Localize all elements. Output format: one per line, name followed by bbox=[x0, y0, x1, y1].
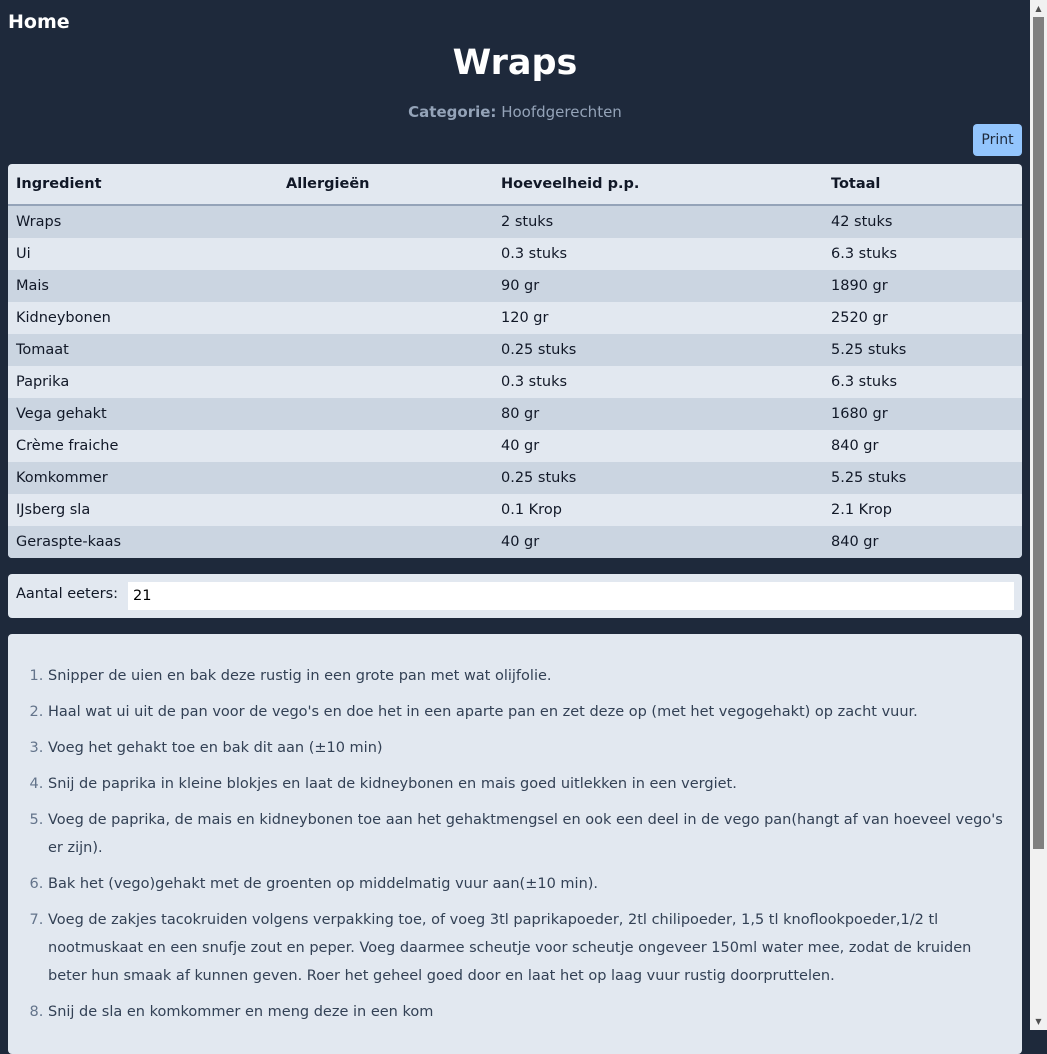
cell-total: 5.25 stuks bbox=[831, 470, 907, 486]
instruction-step: Voeg het gehakt toe en bak dit aan (±10 … bbox=[48, 734, 1012, 762]
table-row: Mais 90 gr 1890 gr bbox=[8, 270, 1022, 302]
cell-amount-pp: 90 gr bbox=[501, 278, 540, 294]
instruction-step: Snij de paprika in kleine blokjes en laa… bbox=[48, 770, 1012, 798]
eaters-input[interactable] bbox=[128, 582, 1014, 610]
instruction-step: Voeg de paprika, de mais en kidneybonen … bbox=[48, 806, 1012, 862]
instruction-step: Haal wat ui uit de pan voor de vego's en… bbox=[48, 698, 1012, 726]
cell-ingredient: Kidneybonen bbox=[16, 310, 111, 326]
cell-amount-pp: 120 gr bbox=[501, 310, 549, 326]
table-header-row: Ingredient Allergieën Hoeveelheid p.p. T… bbox=[8, 164, 1022, 206]
cell-allergens bbox=[278, 526, 493, 558]
header-allergens: Allergieën bbox=[278, 164, 493, 206]
cell-allergens bbox=[278, 494, 493, 526]
cell-amount-pp: 80 gr bbox=[501, 406, 540, 422]
table-row: IJsberg sla 0.1 Krop 2.1 Krop bbox=[8, 494, 1022, 526]
instructions-card: Snipper de uien en bak deze rustig in ee… bbox=[8, 634, 1022, 1054]
cell-ingredient: Vega gehakt bbox=[16, 406, 107, 422]
cell-ingredient: Tomaat bbox=[16, 342, 69, 358]
cell-total: 1680 gr bbox=[831, 406, 888, 422]
category-label: Categorie: bbox=[408, 103, 497, 121]
cell-amount-pp: 40 gr bbox=[501, 438, 540, 454]
instruction-step: Snipper de uien en bak deze rustig in ee… bbox=[48, 662, 1012, 690]
table-row: Tomaat 0.25 stuks 5.25 stuks bbox=[8, 334, 1022, 366]
cell-total: 840 gr bbox=[831, 438, 879, 454]
instruction-step: Voeg de zakjes tacokruiden volgens verpa… bbox=[48, 906, 1012, 990]
cell-ingredient: Mais bbox=[16, 278, 49, 294]
eaters-label: Aantal eeters: bbox=[16, 586, 119, 602]
table-row: Paprika 0.3 stuks 6.3 stuks bbox=[8, 366, 1022, 398]
page: Home Wraps Categorie: Hoofdgerechten Pri… bbox=[0, 0, 1030, 1054]
cell-amount-pp: 0.1 Krop bbox=[501, 502, 562, 518]
cell-allergens bbox=[278, 462, 493, 494]
scroll-up-arrow-icon[interactable]: ▲ bbox=[1030, 0, 1047, 17]
cell-allergens bbox=[278, 270, 493, 302]
table-row: Crème fraiche 40 gr 840 gr bbox=[8, 430, 1022, 462]
cell-amount-pp: 0.25 stuks bbox=[501, 342, 577, 358]
home-link[interactable]: Home bbox=[8, 11, 70, 33]
cell-amount-pp: 0.3 stuks bbox=[501, 374, 568, 390]
eaters-card: Aantal eeters: bbox=[8, 574, 1022, 618]
cell-allergens bbox=[278, 430, 493, 462]
recipe-category: Categorie: Hoofdgerechten bbox=[0, 103, 1030, 121]
cell-allergens bbox=[278, 238, 493, 270]
table-row: Geraspte-kaas 40 gr 840 gr bbox=[8, 526, 1022, 558]
cell-allergens bbox=[278, 302, 493, 334]
table-row: Ui 0.3 stuks 6.3 stuks bbox=[8, 238, 1022, 270]
cell-allergens bbox=[278, 205, 493, 238]
cell-ingredient: IJsberg sla bbox=[16, 502, 91, 518]
cell-ingredient: Geraspte-kaas bbox=[16, 534, 122, 550]
cell-total: 5.25 stuks bbox=[831, 342, 907, 358]
table-row: Wraps 2 stuks 42 stuks bbox=[8, 205, 1022, 238]
header-total: Totaal bbox=[823, 164, 1022, 206]
table-row: Kidneybonen 120 gr 2520 gr bbox=[8, 302, 1022, 334]
instructions-list: Snipper de uien en bak deze rustig in ee… bbox=[8, 634, 1022, 1026]
cell-total: 840 gr bbox=[831, 534, 879, 550]
cell-amount-pp: 0.3 stuks bbox=[501, 246, 568, 262]
cell-ingredient: Komkommer bbox=[16, 470, 108, 486]
cell-allergens bbox=[278, 334, 493, 366]
scrollbar-thumb[interactable] bbox=[1033, 17, 1044, 849]
header-amount-pp: Hoeveelheid p.p. bbox=[493, 164, 823, 206]
cell-amount-pp: 2 stuks bbox=[501, 214, 554, 230]
category-value: Hoofdgerechten bbox=[501, 103, 622, 121]
table-row: Komkommer 0.25 stuks 5.25 stuks bbox=[8, 462, 1022, 494]
cell-total: 2520 gr bbox=[831, 310, 888, 326]
instruction-step: Snij de sla en komkommer en meng deze in… bbox=[48, 998, 1012, 1026]
ingredients-table-card: Ingredient Allergieën Hoeveelheid p.p. T… bbox=[8, 164, 1022, 558]
ingredients-table: Ingredient Allergieën Hoeveelheid p.p. T… bbox=[8, 164, 1022, 558]
instruction-step: Bak het (vego)gehakt met de groenten op … bbox=[48, 870, 1012, 898]
cell-ingredient: Ui bbox=[16, 246, 31, 262]
print-button[interactable]: Print bbox=[973, 124, 1022, 156]
cell-ingredient: Crème fraiche bbox=[16, 438, 119, 454]
scroll-down-arrow-icon[interactable]: ▼ bbox=[1030, 1013, 1047, 1030]
cell-total: 42 stuks bbox=[831, 214, 893, 230]
cell-total: 6.3 stuks bbox=[831, 374, 898, 390]
cell-allergens bbox=[278, 366, 493, 398]
cell-amount-pp: 40 gr bbox=[501, 534, 540, 550]
cell-total: 1890 gr bbox=[831, 278, 888, 294]
cell-ingredient: Paprika bbox=[16, 374, 70, 390]
table-row: Vega gehakt 80 gr 1680 gr bbox=[8, 398, 1022, 430]
cell-total: 6.3 stuks bbox=[831, 246, 898, 262]
page-title: Wraps bbox=[452, 43, 578, 83]
scrollbar[interactable]: ▲ ▼ bbox=[1030, 0, 1047, 1030]
header-ingredient: Ingredient bbox=[8, 164, 278, 206]
cell-ingredient: Wraps bbox=[16, 214, 62, 230]
cell-allergens bbox=[278, 398, 493, 430]
cell-total: 2.1 Krop bbox=[831, 502, 892, 518]
cell-amount-pp: 0.25 stuks bbox=[501, 470, 577, 486]
